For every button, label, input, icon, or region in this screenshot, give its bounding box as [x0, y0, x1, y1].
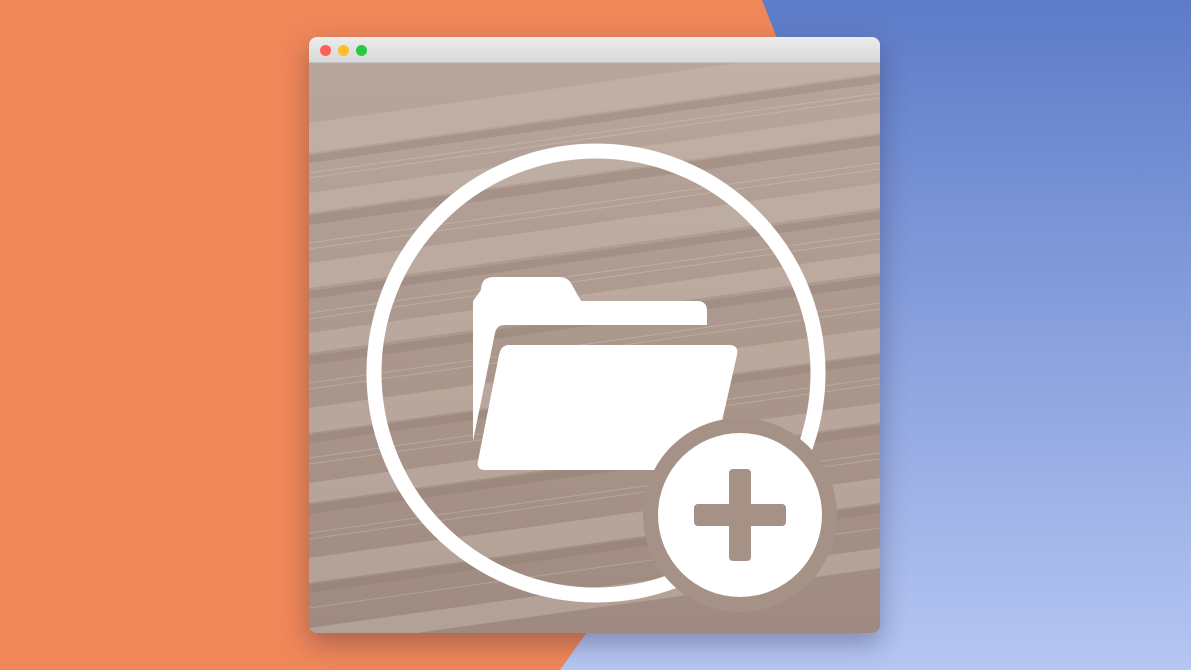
add-badge-icon[interactable]: [643, 418, 837, 612]
close-button[interactable]: [320, 45, 331, 56]
minimize-button[interactable]: [338, 45, 349, 56]
zoom-button[interactable]: [356, 45, 367, 56]
window-titlebar[interactable]: [309, 37, 880, 63]
app-image: [309, 63, 880, 633]
app-window: [309, 37, 880, 633]
